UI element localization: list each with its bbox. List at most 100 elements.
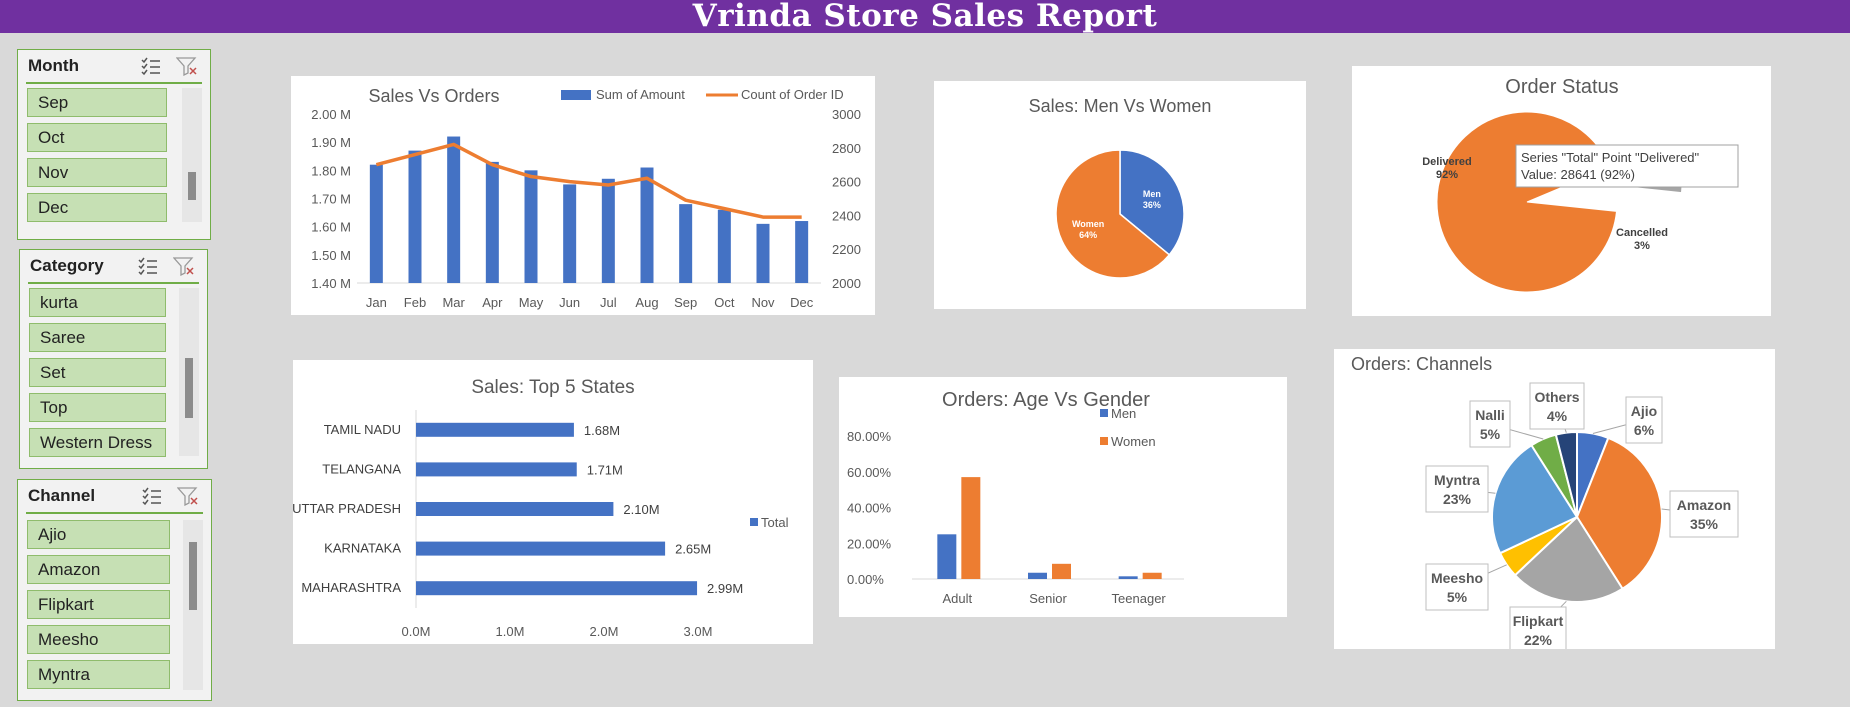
slicer-item[interactable]: Oct (27, 123, 167, 152)
left-axis-tick: 1.40 M (311, 276, 351, 291)
chart-order-status[interactable]: Order StatusDelivered92%Returned3%Cancel… (1352, 66, 1771, 316)
right-axis-tick: 2000 (832, 276, 861, 291)
line-count-of-order-id (375, 142, 802, 219)
right-axis-tick: 3000 (832, 107, 861, 122)
pie-label: Delivered (1422, 156, 1472, 168)
scrollbar[interactable] (183, 520, 203, 690)
legend-label: Sum of Amount (596, 87, 685, 102)
bar-women (1052, 563, 1071, 579)
x-axis-tick: Jul (600, 295, 617, 310)
chart-channels[interactable]: Orders: Channels Ajio 6% Amazon 35% Flipkart 2… (1334, 349, 1775, 654)
slicer-item[interactable]: Ajio (27, 520, 170, 549)
multi-select-icon[interactable] (140, 56, 162, 76)
pie-label: Men (1143, 189, 1161, 199)
pie-value: 64% (1079, 230, 1097, 240)
slicer-item[interactable]: Meesho (27, 625, 170, 654)
bar-total (416, 581, 698, 596)
pie-label: Nalli (1475, 407, 1505, 423)
bar-women (961, 477, 981, 579)
chart-age-vs-gender[interactable]: Orders: Age Vs Gender Men Women 80.00% 60.00… (839, 377, 1287, 617)
slicer-item[interactable]: Sep (27, 88, 167, 117)
legend-label: Women (1111, 434, 1156, 449)
slicer-item[interactable]: Top (29, 393, 166, 422)
legend-label: Count of Order ID (741, 87, 844, 102)
left-axis-tick: 1.80 M (311, 163, 351, 178)
bar-men (1028, 572, 1047, 579)
slicer-item[interactable]: Saree (29, 323, 166, 352)
slicer-item[interactable]: kurta (29, 288, 166, 317)
x-axis-tick: Jan (366, 295, 387, 310)
report-title: Vrinda Store Sales Report (0, 0, 1850, 33)
slicer-item[interactable]: Myntra (27, 660, 170, 689)
pie-label: Meesho (1431, 570, 1483, 586)
pie-value: 92% (1436, 169, 1458, 181)
right-axis-tick: 2200 (832, 242, 861, 257)
chart-title: Orders: Channels (1351, 354, 1492, 374)
bar-sum-of-amount (640, 167, 654, 283)
y-axis-tick: 60.00% (847, 465, 892, 480)
clear-filter-icon[interactable] (177, 486, 199, 506)
x-axis-tick: Adult (943, 591, 973, 606)
slicer-item[interactable]: Western Dress (29, 428, 166, 457)
slicer-title: Category (30, 256, 104, 275)
scrollbar[interactable] (182, 88, 202, 222)
slicer-channel: Channel Ajio Amazon Flipkart Meesho Mynt… (17, 479, 212, 701)
data-label: 1.71M (587, 462, 623, 477)
chart-title: Sales: Top 5 States (471, 377, 634, 398)
pie-label: Women (1072, 219, 1104, 229)
bar-sum-of-amount (524, 170, 538, 283)
pie-value: 22% (1524, 632, 1553, 648)
multi-select-icon[interactable] (137, 256, 159, 276)
multi-select-icon[interactable] (141, 486, 163, 506)
scrollbar-thumb[interactable] (189, 542, 197, 610)
scrollbar-thumb[interactable] (185, 358, 193, 418)
slicer-title: Channel (28, 486, 96, 505)
category-label: UTTAR PRADESH (293, 501, 401, 516)
left-axis-tick: 1.90 M (311, 135, 351, 150)
bar-sum-of-amount (679, 204, 693, 283)
slicer-category: Category kurta Saree Set Top Western Dre… (19, 249, 208, 469)
category-label: TELANGANA (322, 461, 401, 476)
bar-sum-of-amount (369, 164, 383, 283)
scrollbar[interactable] (179, 288, 199, 456)
clear-filter-icon[interactable] (176, 56, 198, 76)
category-label: TAMIL NADU (324, 422, 401, 437)
pie-label: Myntra (1434, 472, 1480, 488)
y-axis-tick: 0.00% (847, 572, 884, 587)
bar-sum-of-amount (563, 184, 577, 283)
chart-title: Sales: Men Vs Women (1029, 96, 1212, 116)
pie-value: 3% (1634, 240, 1650, 252)
left-axis-tick: 1.60 M (311, 220, 351, 235)
slicer-item[interactable]: Amazon (27, 555, 170, 584)
chart-sales-vs-orders[interactable]: Sales Vs Orders Sum of Amount Count of Ord… (291, 76, 875, 315)
bar-men (1118, 576, 1138, 579)
clear-filter-icon[interactable] (173, 256, 195, 276)
slicer-item[interactable]: Dec (27, 193, 167, 222)
slicer-title: Month (28, 56, 79, 75)
right-axis-tick: 2600 (832, 175, 861, 190)
slicer-item[interactable]: Flipkart (27, 590, 170, 619)
x-axis-tick: Sep (674, 295, 697, 310)
x-axis-tick: Dec (790, 295, 814, 310)
x-axis-tick: 0.0M (402, 624, 431, 639)
pie-value: 23% (1443, 491, 1472, 507)
right-axis-tick: 2800 (832, 141, 861, 156)
slicer-item[interactable]: Set (29, 358, 166, 387)
pie-value: 4% (1547, 408, 1568, 424)
data-label: 2.65M (675, 542, 711, 557)
pie-label: Cancelled (1616, 227, 1668, 239)
bar-sum-of-amount (756, 223, 770, 283)
pie-value: 6% (1634, 422, 1655, 438)
x-axis-tick: Oct (714, 295, 735, 310)
data-label: 2.10M (623, 502, 659, 517)
chart-men-vs-women[interactable]: Sales: Men Vs Women Men 36% Women 64% (934, 81, 1306, 309)
x-axis-tick: Jun (559, 295, 580, 310)
scrollbar-thumb[interactable] (188, 172, 196, 200)
slicer-item[interactable]: Nov (27, 158, 167, 187)
legend-swatch (1100, 409, 1108, 417)
legend-label: Total (761, 515, 789, 530)
x-axis-tick: 1.0M (496, 624, 525, 639)
chart-top-states[interactable]: Sales: Top 5 States TAMIL NADU 1.68M TELANG… (292, 360, 813, 644)
pie-label: Amazon (1677, 497, 1731, 513)
pie-slice-delivered (1436, 111, 1618, 293)
